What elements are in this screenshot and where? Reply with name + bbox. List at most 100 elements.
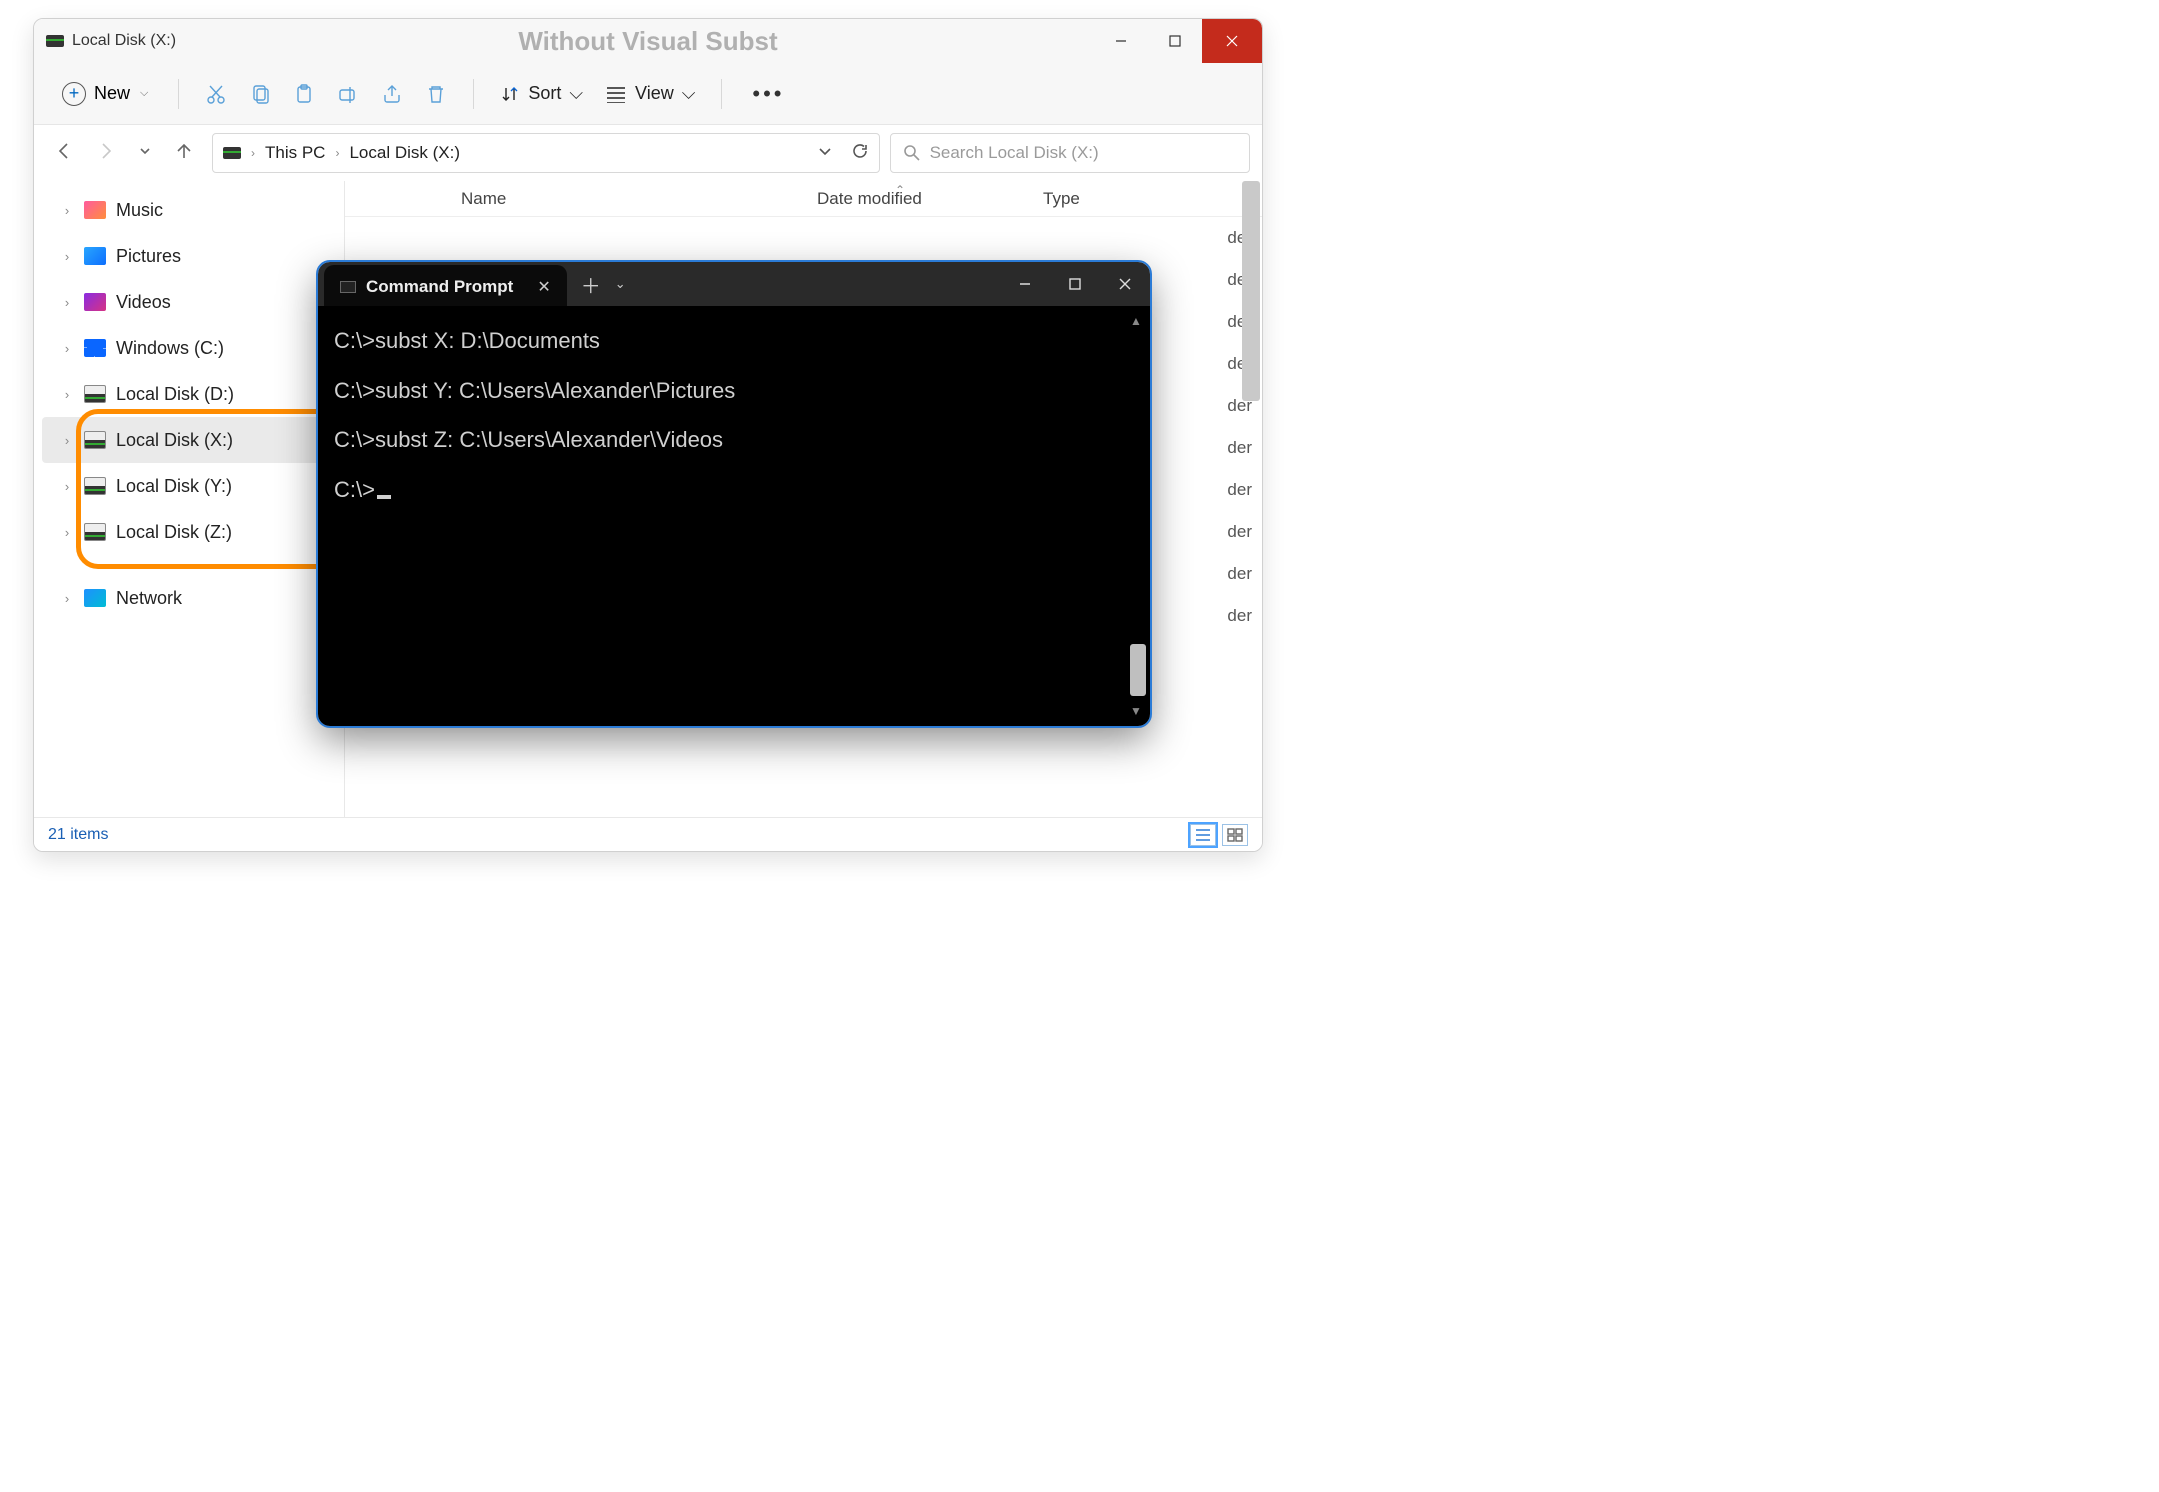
- drive-icon: [84, 477, 106, 495]
- up-button[interactable]: [174, 141, 194, 166]
- sidebar-item-label: Videos: [116, 292, 171, 313]
- terminal-output[interactable]: C:\>subst X: D:\Documents C:\>subst Y: C…: [318, 306, 1150, 726]
- paste-button[interactable]: [285, 75, 323, 113]
- chevron-down-icon: ⌵: [140, 87, 148, 100]
- view-icon: [605, 85, 627, 103]
- chevron-down-icon: ⌵: [682, 83, 696, 104]
- sidebar-item-pictures[interactable]: › Pictures: [42, 233, 336, 279]
- chevron-right-icon: ›: [60, 387, 74, 402]
- column-name[interactable]: Name: [461, 189, 781, 209]
- view-button[interactable]: View ⌵: [597, 77, 703, 110]
- minimize-button[interactable]: [1094, 19, 1148, 63]
- sidebar-item-label: Windows (C:): [116, 338, 224, 359]
- network-icon: [84, 589, 106, 607]
- breadcrumb-drive[interactable]: Local Disk (X:): [349, 143, 460, 163]
- close-button[interactable]: [1202, 19, 1262, 63]
- titlebar: Local Disk (X:) Without Visual Subst: [34, 19, 1262, 63]
- thumbnails-view-toggle[interactable]: [1222, 824, 1248, 846]
- breadcrumb-this-pc[interactable]: This PC: [265, 143, 325, 163]
- sidebar-item-label: Music: [116, 200, 163, 221]
- terminal-icon: [340, 281, 356, 293]
- item-count: 21 items: [48, 826, 108, 844]
- sidebar-item-local-y[interactable]: ›Local Disk (Y:): [42, 463, 336, 509]
- sidebar-item-music[interactable]: › Music: [42, 187, 336, 233]
- sort-button[interactable]: Sort ⌵: [492, 77, 591, 110]
- window-title: Local Disk (X:): [72, 32, 176, 50]
- sidebar-item-windows-c[interactable]: › Windows (C:): [42, 325, 336, 371]
- status-bar: 21 items: [34, 817, 1262, 851]
- maximize-button[interactable]: [1148, 19, 1202, 63]
- chevron-right-icon: ›: [251, 146, 255, 160]
- command-prompt-window: Command Prompt ✕ ＋ ⌄ C:\>subst X: D:\Doc…: [318, 262, 1150, 726]
- terminal-line: C:\>subst Z: C:\Users\Alexander\Videos: [334, 425, 1134, 455]
- delete-button[interactable]: [417, 75, 455, 113]
- chevron-right-icon: ›: [60, 341, 74, 356]
- vertical-scrollbar[interactable]: [1242, 181, 1260, 401]
- cmd-minimize-button[interactable]: [1000, 262, 1050, 306]
- sort-label: Sort: [528, 83, 561, 104]
- chevron-right-icon: ›: [60, 249, 74, 264]
- sidebar-item-local-x[interactable]: ›Local Disk (X:): [42, 417, 336, 463]
- plus-icon: +: [62, 82, 86, 106]
- cmd-titlebar: Command Prompt ✕ ＋ ⌄: [318, 262, 1150, 306]
- scroll-down-icon[interactable]: ▼: [1130, 704, 1142, 718]
- sidebar-item-local-d[interactable]: › Local Disk (D:): [42, 371, 336, 417]
- sidebar-item-network[interactable]: ›Network: [42, 575, 336, 621]
- share-button[interactable]: [373, 75, 411, 113]
- back-button[interactable]: [54, 141, 74, 166]
- column-type[interactable]: Type: [1043, 189, 1080, 209]
- view-label: View: [635, 83, 674, 104]
- terminal-prompt: C:\>: [334, 475, 1134, 505]
- search-input[interactable]: [930, 143, 1237, 163]
- sidebar-item-videos[interactable]: › Videos: [42, 279, 336, 325]
- sidebar-item-local-z[interactable]: › Local Disk (Z:): [42, 509, 336, 555]
- sidebar-item-label: Local Disk (Z:): [116, 522, 232, 543]
- drive-icon: [46, 35, 64, 47]
- column-headers: Name Date modified Type: [345, 181, 1262, 217]
- navigation-row: › This PC › Local Disk (X:): [34, 125, 1262, 181]
- separator: [178, 79, 179, 109]
- chevron-right-icon: ›: [60, 203, 74, 218]
- sidebar-item-label: Pictures: [116, 246, 181, 267]
- table-row[interactable]: der: [345, 217, 1262, 259]
- cmd-scrollbar[interactable]: ▲ ▼: [1130, 306, 1146, 726]
- chevron-right-icon: ›: [60, 525, 74, 540]
- column-date[interactable]: Date modified: [817, 189, 1007, 209]
- new-label: New: [94, 83, 130, 104]
- new-tab-button[interactable]: ＋: [567, 270, 615, 299]
- scroll-thumb[interactable]: [1130, 644, 1146, 696]
- rename-button[interactable]: [329, 75, 367, 113]
- tab-dropdown-button[interactable]: ⌄: [615, 276, 626, 292]
- chevron-right-icon: ›: [60, 295, 74, 310]
- cut-button[interactable]: [197, 75, 235, 113]
- sort-indicator-icon: ⌃: [895, 183, 905, 197]
- cmd-tab[interactable]: Command Prompt ✕: [324, 265, 567, 309]
- music-icon: [84, 201, 106, 219]
- sidebar-item-label: Local Disk (D:): [116, 384, 234, 405]
- chevron-right-icon: ›: [60, 591, 74, 606]
- new-button[interactable]: + New ⌵: [50, 76, 160, 112]
- refresh-button[interactable]: [851, 142, 869, 165]
- drive-icon: [84, 523, 106, 541]
- search-box[interactable]: [890, 133, 1250, 173]
- more-button[interactable]: •••: [740, 81, 796, 107]
- sidebar: › Music › Pictures › Videos › Windows (C:) ›…: [34, 181, 344, 817]
- address-bar[interactable]: › This PC › Local Disk (X:): [212, 133, 880, 173]
- separator: [473, 79, 474, 109]
- copy-button[interactable]: [241, 75, 279, 113]
- forward-button[interactable]: [96, 141, 116, 166]
- scroll-up-icon[interactable]: ▲: [1130, 314, 1142, 328]
- recent-dropdown[interactable]: [138, 144, 152, 163]
- sidebar-item-label: Local Disk (X:): [116, 430, 233, 451]
- cmd-maximize-button[interactable]: [1050, 262, 1100, 306]
- drive-icon: [223, 147, 241, 159]
- cmd-close-button[interactable]: [1100, 262, 1150, 306]
- chevron-right-icon: ›: [335, 146, 339, 160]
- separator: [721, 79, 722, 109]
- details-view-toggle[interactable]: [1190, 824, 1216, 846]
- cursor: [377, 495, 391, 499]
- pictures-icon: [84, 247, 106, 265]
- dropdown-button[interactable]: [817, 143, 833, 164]
- tab-close-button[interactable]: ✕: [537, 277, 550, 297]
- drive-icon: [84, 431, 106, 449]
